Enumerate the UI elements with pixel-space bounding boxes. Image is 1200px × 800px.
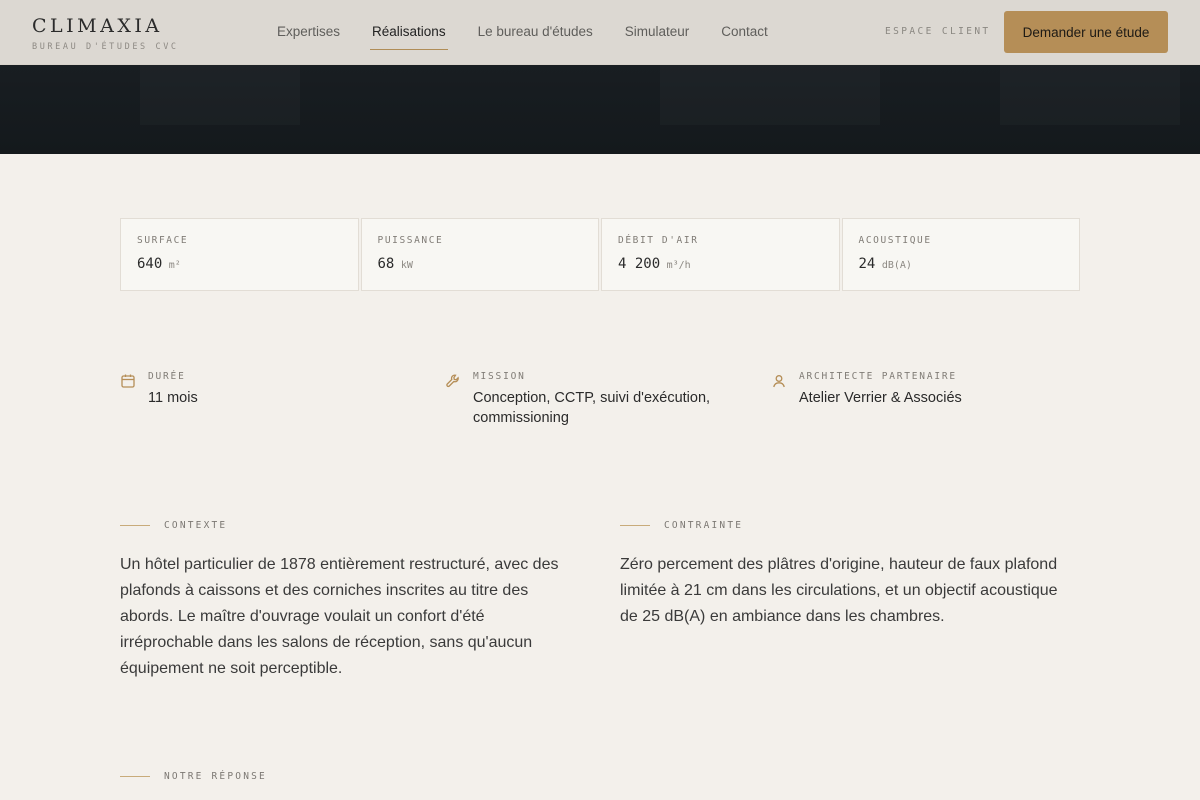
site-header: CLIMAXIA BUREAU D'ÉTUDES CVC Expertises … [0,0,1200,65]
espace-client-link[interactable]: ESPACE CLIENT [885,26,991,37]
meta-architecte: ARCHITECTE PARTENAIRE Atelier Verrier & … [771,371,1080,408]
meta-duree: DURÉE 11 mois [120,371,420,408]
nav-contact[interactable]: Contact [707,0,782,65]
brand-name: CLIMAXIA [32,15,163,37]
section-title: CONTEXTE [164,519,228,531]
wrench-icon [445,373,461,389]
main-nav: Expertises Réalisations Le bureau d'étud… [263,0,786,65]
brand-logo[interactable]: CLIMAXIA BUREAU D'ÉTUDES CVC [32,15,179,52]
stat-card-surface: SURFACE 640 m² [120,218,359,291]
key-figures: SURFACE 640 m² PUISSANCE 68 kW DÉBIT D'A… [120,218,1080,291]
section-rule [120,775,150,777]
section-title: NOTRE RÉPONSE [164,770,267,782]
section-body: Un hôtel particulier de 1878 entièrement… [120,556,559,677]
meta-value: Atelier Verrier & Associés [799,390,962,406]
stat-value: 68 [377,256,395,272]
stat-card-acoustique: ACOUSTIQUE 24 dB(A) [841,218,1080,291]
meta-value: Conception, CCTP, suivi d'exécution, com… [473,390,711,426]
nav-bureau-etudes[interactable]: Le bureau d'études [464,0,607,65]
section-body: Zéro percement des plâtres d'origine, ha… [620,556,1058,625]
stat-label: DÉBIT D'AIR [618,235,699,246]
section-rule [620,524,650,526]
section-reponse: NOTRE RÉPONSE [120,769,570,783]
calendar-icon [120,373,136,389]
meta-label: DURÉE [148,371,186,382]
stat-label: SURFACE [137,235,189,246]
section-contexte: CONTEXTE Un hôtel particulier de 1878 en… [120,518,570,682]
meta-mission: MISSION Conception, CCTP, suivi d'exécut… [445,371,745,428]
section-rule [120,524,150,526]
request-study-button[interactable]: Demander une étude [1004,11,1168,53]
nav-realisations[interactable]: Réalisations [358,0,460,65]
stat-value: 4 200 [618,256,661,272]
stat-unit: kW [400,260,413,271]
stat-label: PUISSANCE [377,235,444,246]
section-title: CONTRAINTE [664,519,744,531]
nav-expertises[interactable]: Expertises [263,0,354,65]
stat-value: 24 [858,256,876,272]
stat-value: 640 [137,256,163,272]
stat-card-puissance: PUISSANCE 68 kW [360,218,599,291]
stat-card-debit-air: DÉBIT D'AIR 4 200 m³/h [601,218,840,291]
stat-unit: dB(A) [881,260,912,271]
user-icon [771,373,787,389]
stat-label: ACOUSTIQUE [858,235,932,246]
stat-unit: m³/h [666,260,691,271]
brand-tagline: BUREAU D'ÉTUDES CVC [32,42,179,52]
stat-unit: m² [168,260,181,271]
meta-label: ARCHITECTE PARTENAIRE [799,371,957,382]
meta-label: MISSION [473,371,526,382]
nav-simulateur[interactable]: Simulateur [611,0,704,65]
section-contrainte: CONTRAINTE Zéro percement des plâtres d'… [620,518,1070,630]
meta-value: 11 mois [148,390,198,406]
